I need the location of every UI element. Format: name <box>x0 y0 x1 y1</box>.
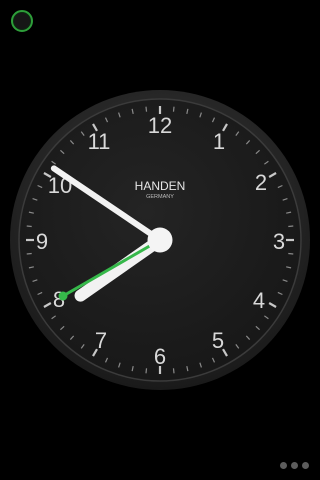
numeral-9: 9 <box>36 229 48 254</box>
brand-name: HANDEN <box>135 179 186 193</box>
clock-face-svg: 12 1 2 3 4 5 6 7 8 9 10 11 HANDEN GERMAN… <box>10 90 310 390</box>
status-ring-icon <box>11 10 33 32</box>
minute-tick <box>172 106 175 112</box>
brand-origin: GERMANY <box>146 194 174 200</box>
page-indicator <box>280 462 309 469</box>
numeral-1: 1 <box>213 129 225 154</box>
page-dot[interactable] <box>291 462 298 469</box>
minute-tick <box>145 368 148 374</box>
numeral-3: 3 <box>273 229 285 254</box>
numeral-5: 5 <box>212 328 224 353</box>
numeral-4: 4 <box>253 288 265 313</box>
minute-tick <box>145 106 148 112</box>
page-dot[interactable] <box>302 462 309 469</box>
minute-tick <box>26 225 32 228</box>
minute-tick <box>288 225 294 228</box>
numeral-12: 12 <box>148 113 172 138</box>
second-hand-tip <box>58 291 68 301</box>
analog-clock: 12 1 2 3 4 5 6 7 8 9 10 11 HANDEN GERMAN… <box>0 80 320 400</box>
numeral-2: 2 <box>255 170 267 195</box>
minute-tick <box>288 252 294 255</box>
numeral-11: 11 <box>88 129 111 154</box>
minute-tick <box>26 252 32 255</box>
numeral-6: 6 <box>154 344 166 369</box>
minute-tick <box>172 368 175 374</box>
numeral-7: 7 <box>95 328 107 353</box>
center-cap <box>147 227 173 253</box>
page-dot[interactable] <box>280 462 287 469</box>
